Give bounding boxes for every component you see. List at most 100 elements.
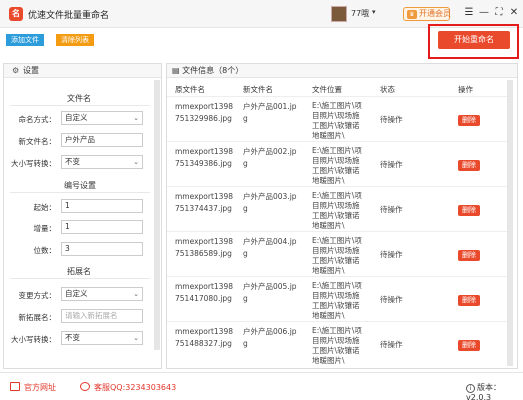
delete-button[interactable]: 删除	[458, 205, 480, 216]
new-filename: g	[243, 159, 248, 168]
file-icon: ▤	[172, 66, 183, 75]
ext-mode-value: 自定义	[65, 289, 88, 298]
case-select[interactable]: 不变 ⌄	[61, 155, 143, 169]
delete-button[interactable]: 删除	[458, 250, 480, 261]
original-filename: 751488327.jpg	[175, 339, 232, 348]
original-filename: mmexport1398	[175, 147, 233, 156]
delete-button[interactable]: 删除	[458, 115, 480, 126]
settings-panel: ⚙ 设置 文件名 命名方式： 自定义 ⌄ 新文件名： 户外产品 大小写转换： 不变 ⌄…	[3, 63, 162, 369]
new-filename: 户外产品001.jp	[243, 102, 297, 111]
new-filename: 户外产品004.jp	[243, 237, 297, 246]
table-row[interactable]: mmexport1398 751386589.jpg 户外产品004.jp g E:\施…	[167, 231, 507, 276]
ext-case-label: 大小写转换：	[11, 335, 56, 344]
ext-mode-select[interactable]: 自定义 ⌄	[61, 287, 143, 301]
vip-button[interactable]: ♛ 开通会员	[403, 7, 451, 21]
table-row[interactable]: mmexport1398 751329986.jpg 户外产品001.jp g E:\施…	[167, 96, 507, 141]
new-filename: 户外产品005.jp	[243, 282, 297, 291]
original-filename: 751349386.jpg	[175, 159, 232, 168]
step-label: 增量：	[33, 224, 57, 233]
status-text: 待操作	[380, 295, 403, 304]
filename-section-title: 文件名	[67, 94, 91, 103]
number-section-title: 编号设置	[64, 181, 96, 190]
original-filename: mmexport1398	[175, 192, 233, 201]
original-filename: mmexport1398	[175, 102, 233, 111]
new-ext-input[interactable]: 请输入新拓展名	[61, 309, 143, 323]
file-list-header: ▤ 文件信息（8个）	[167, 64, 517, 78]
status-text: 待操作	[380, 160, 403, 169]
chevron-down-icon: ⌄	[133, 158, 139, 166]
table-row[interactable]: mmexport1398 751488327.jpg 户外产品006.jp g E:\施…	[167, 321, 507, 366]
menu-icon[interactable]: ☰	[462, 6, 476, 20]
step-input[interactable]: 1	[61, 220, 143, 234]
divider	[10, 192, 150, 193]
new-filename: 户外产品003.jp	[243, 192, 297, 201]
table-row[interactable]: mmexport1398 751417080.jpg 户外产品005.jp g E:\施…	[167, 276, 507, 321]
close-icon[interactable]: ✕	[507, 6, 521, 20]
table-row[interactable]: mmexport1398 751349386.jpg 户外产品002.jp g E:\施…	[167, 141, 507, 186]
new-name-label: 新文件名：	[18, 137, 57, 146]
settings-header: ⚙ 设置	[4, 64, 161, 78]
original-filename: 751374437.jpg	[175, 204, 232, 213]
new-filename: g	[243, 339, 248, 348]
col-header-location: 文件位置	[312, 85, 342, 94]
add-files-button[interactable]: 添加文件	[6, 34, 44, 46]
file-list-title: 文件信息（8个）	[182, 66, 244, 75]
new-filename: g	[243, 294, 248, 303]
original-filename: 751329986.jpg	[175, 114, 232, 123]
support-qq-link[interactable]: 客服QQ:3234303643	[94, 382, 176, 393]
settings-title: 设置	[23, 66, 39, 75]
original-filename: 751417080.jpg	[175, 294, 232, 303]
status-text: 待操作	[380, 115, 403, 124]
original-filename: mmexport1398	[175, 282, 233, 291]
rename-mode-value: 自定义	[65, 113, 88, 122]
user-name[interactable]: 77哦	[351, 8, 369, 19]
col-header-new: 新文件名	[243, 85, 273, 94]
ext-mode-label: 变更方式：	[18, 291, 57, 300]
crown-icon: ♛	[407, 10, 417, 19]
original-filename: mmexport1398	[175, 327, 233, 336]
clear-list-button[interactable]: 清除列表	[56, 34, 94, 46]
new-ext-label: 新拓展名：	[18, 313, 57, 322]
original-filename: mmexport1398	[175, 237, 233, 246]
website-icon	[10, 382, 20, 391]
file-location: 地暖图片\	[312, 356, 345, 365]
website-link[interactable]: 官方网址	[24, 382, 56, 393]
col-header-status: 状态	[380, 85, 395, 94]
digits-input[interactable]: 3	[61, 242, 143, 256]
start-number-input[interactable]: 1	[61, 199, 143, 213]
new-name-input[interactable]: 户外产品	[61, 133, 143, 147]
file-list-scrollbar[interactable]	[507, 80, 513, 366]
support-icon	[80, 382, 90, 391]
col-header-action: 操作	[458, 85, 473, 94]
new-filename: 户外产品002.jp	[243, 147, 297, 156]
rename-mode-select[interactable]: 自定义 ⌄	[61, 111, 143, 125]
version-info: i 版本：v2.0.3	[466, 382, 523, 400]
status-text: 待操作	[380, 250, 403, 259]
footer: 官方网址 客服QQ:3234303643 i 版本：v2.0.3	[0, 372, 523, 400]
gear-icon: ⚙	[12, 66, 20, 75]
status-text: 待操作	[380, 205, 403, 214]
ext-section-title: 拓展名	[67, 267, 91, 276]
settings-scrollbar[interactable]	[154, 80, 160, 350]
start-rename-button[interactable]: 开始重命名	[438, 31, 510, 49]
rename-mode-label: 命名方式：	[18, 115, 57, 124]
chevron-down-icon: ⌄	[133, 334, 139, 342]
chevron-down-icon[interactable]: ▾	[372, 8, 376, 16]
delete-button[interactable]: 删除	[458, 340, 480, 351]
divider	[10, 105, 150, 106]
new-filename: g	[243, 114, 248, 123]
divider	[10, 278, 150, 279]
table-row[interactable]: mmexport1398 751374437.jpg 户外产品003.jp g E:\施…	[167, 186, 507, 231]
new-filename: 户外产品006.jp	[243, 327, 297, 336]
file-list-panel: ▤ 文件信息（8个） 原文件名 新文件名 文件位置 状态 操作 mmexport…	[166, 63, 518, 369]
maximize-icon[interactable]: ⛶	[492, 6, 506, 20]
chevron-down-icon: ⌄	[133, 114, 139, 122]
minimize-icon[interactable]: —	[477, 6, 491, 20]
ext-case-value: 不变	[65, 333, 80, 342]
avatar[interactable]	[331, 6, 347, 22]
delete-button[interactable]: 删除	[458, 295, 480, 306]
app-title: 优速文件批量重命名	[28, 11, 110, 21]
delete-button[interactable]: 删除	[458, 160, 480, 171]
start-label: 起始：	[33, 203, 57, 212]
ext-case-select[interactable]: 不变 ⌄	[61, 331, 143, 345]
